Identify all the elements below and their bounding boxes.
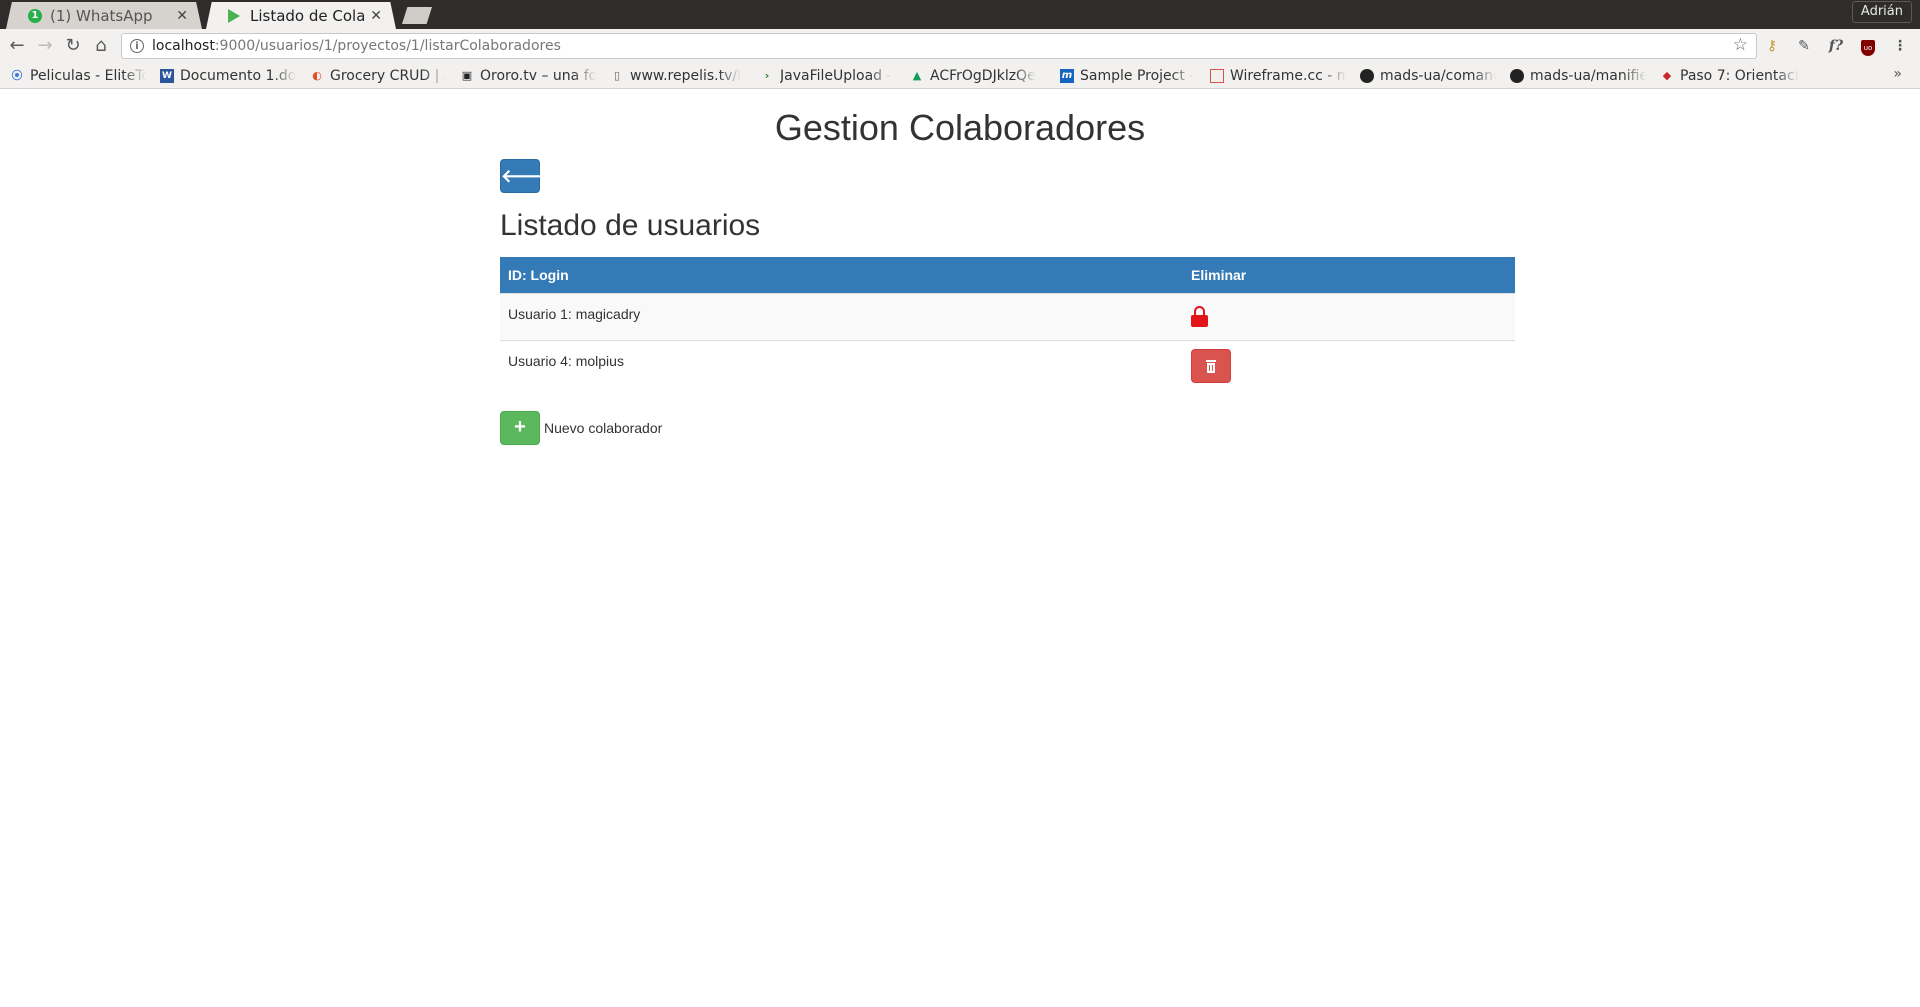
bookmark-item[interactable]: › JavaFileUpload -: [760, 66, 896, 86]
bookmark-item[interactable]: ◐ Grocery CRUD | A: [310, 66, 446, 86]
bookmark-item[interactable]: ▯ www.repelis.tv/l: [610, 66, 746, 86]
wireframe-icon: [1210, 69, 1224, 83]
chevron-icon: ›: [764, 69, 770, 82]
bookmark-item[interactable]: W Documento 1.do: [160, 66, 296, 86]
new-collaborator-row: + Nuevo colaborador: [500, 411, 662, 445]
table-row: Usuario 4: molpius: [500, 340, 1515, 387]
browser-toolbar: ← → ↻ ⌂ i localhost:9000/usuarios/1/proy…: [0, 29, 1920, 63]
page-title: Gestion Colaboradores: [774, 107, 1146, 148]
column-header-eliminar: Eliminar: [1183, 257, 1515, 294]
tab-whatsapp[interactable]: 1 (1) WhatsApp ✕: [6, 2, 202, 29]
url-host: localhost: [152, 38, 215, 54]
bookmark-item[interactable]: ▲ ACFrOgDJklzQe: [910, 66, 1046, 86]
lock-icon: [1191, 306, 1208, 327]
play-icon: [228, 8, 240, 23]
new-tab-button[interactable]: [402, 7, 432, 24]
bookmarks-overflow-button[interactable]: »: [1893, 66, 1902, 82]
list-heading: Listado de usuarios: [500, 209, 761, 242]
m-icon: m: [1060, 69, 1074, 83]
extension-key-icon[interactable]: ⚷: [1762, 36, 1782, 56]
new-collaborator-label: Nuevo colaborador: [544, 420, 663, 436]
bookmark-item[interactable]: m Sample Project -: [1060, 66, 1196, 86]
github-icon: [1510, 69, 1524, 83]
url-path: :9000/usuarios/1/proyectos/1/listarColab…: [214, 38, 561, 54]
bookmark-item[interactable]: ▣ Ororo.tv – una fo: [460, 66, 596, 86]
action-cell: [1183, 340, 1515, 387]
bookmark-item[interactable]: ◆ Paso 7: Orientaci: [1660, 66, 1800, 86]
action-cell: [1183, 293, 1515, 341]
table-header-row: ID: Login Eliminar: [500, 257, 1515, 294]
users-table: ID: Login Eliminar Usuario 1: magicadry …: [500, 257, 1515, 387]
menu-icon[interactable]: ⋮: [1890, 36, 1910, 56]
diamond-icon: ◆: [1662, 69, 1672, 82]
back-button[interactable]: 🡐: [500, 159, 549, 193]
user-cell: Usuario 1: magicadry: [500, 293, 1183, 341]
user-login: Usuario 1: magicadry: [508, 306, 641, 322]
bookmark-item[interactable]: Wireframe.cc - m: [1210, 66, 1346, 86]
tab-title: (1) WhatsApp: [50, 6, 153, 25]
drive-icon: ▲: [912, 69, 922, 82]
arrow-left-icon: 🡐: [501, 166, 550, 186]
whatsapp-icon: 1: [28, 8, 42, 23]
column-header-id-login: ID: Login: [500, 257, 1183, 294]
bookmark-star-icon[interactable]: ☆: [1733, 35, 1748, 55]
tab-listado[interactable]: Listado de Colabor ✕: [206, 2, 396, 29]
page-icon: ▯: [613, 69, 621, 82]
back-arrow-icon[interactable]: ←: [6, 35, 28, 57]
font-finder-icon[interactable]: f?: [1826, 36, 1846, 56]
tab-strip: 1 (1) WhatsApp ✕ Listado de Colabor ✕ Ad…: [0, 0, 1920, 29]
table-row: Usuario 1: magicadry: [500, 293, 1515, 341]
bookmark-item[interactable]: ⦿ Peliculas - EliteTo: [10, 66, 147, 86]
tab-title: Listado de Colabor: [250, 6, 365, 25]
close-tab-icon[interactable]: ✕: [176, 8, 188, 24]
github-icon: [1360, 69, 1374, 83]
user-cell: Usuario 4: molpius: [500, 340, 1183, 387]
profile-button[interactable]: Adrián: [1851, 1, 1912, 23]
bookmark-item[interactable]: mads-ua/manifie: [1510, 66, 1646, 86]
reload-icon[interactable]: ↻: [62, 35, 84, 57]
info-icon[interactable]: i: [130, 39, 144, 53]
ublock-icon[interactable]: uo: [1858, 36, 1878, 56]
bookmarks-bar: ⦿ Peliculas - EliteTo W Documento 1.do ◐ Gr…: [0, 63, 1920, 89]
add-collaborator-button[interactable]: +: [500, 411, 540, 445]
eyedropper-icon[interactable]: ✎: [1794, 36, 1814, 56]
delete-button[interactable]: [1191, 349, 1231, 383]
radio-icon: ⦿: [11, 69, 23, 82]
bookmark-item[interactable]: mads-ua/comanc: [1360, 66, 1496, 86]
trash-icon: [1206, 360, 1216, 362]
word-icon: W: [160, 69, 174, 83]
plus-icon: +: [514, 416, 526, 438]
page-content: Gestion Colaboradores 🡐 Listado de usuar…: [0, 89, 1920, 1007]
grocery-crud-icon: ◐: [312, 69, 322, 82]
forward-arrow-icon[interactable]: →: [34, 35, 56, 57]
user-login: Usuario 4: molpius: [508, 353, 624, 369]
address-bar[interactable]: i localhost:9000/usuarios/1/proyectos/1/…: [121, 33, 1757, 59]
close-tab-icon[interactable]: ✕: [370, 8, 382, 24]
home-icon[interactable]: ⌂: [90, 35, 112, 57]
tv-icon: ▣: [461, 69, 473, 82]
